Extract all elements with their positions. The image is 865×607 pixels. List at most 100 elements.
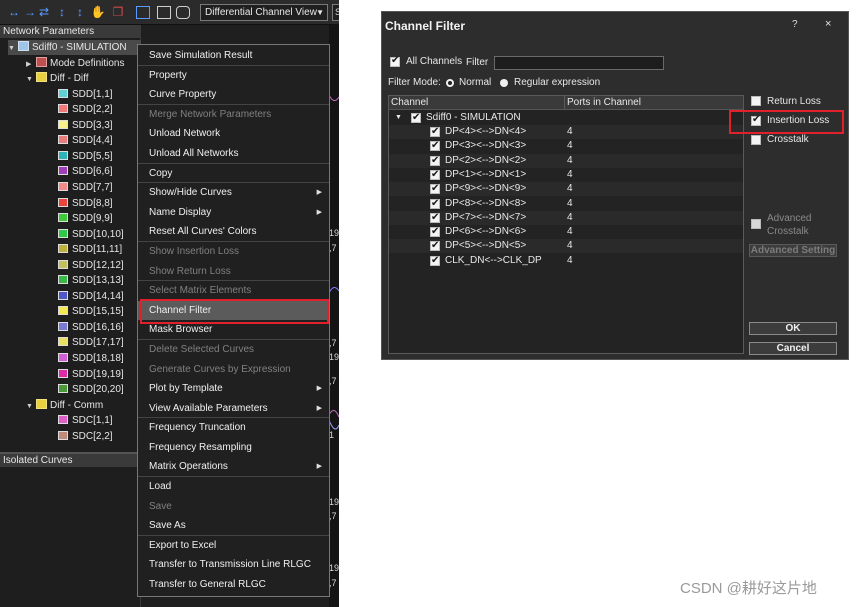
channel-checkbox[interactable] — [430, 154, 440, 168]
channel-root-row[interactable]: ▼ Sdiff0 - SIMULATION — [389, 111, 743, 125]
hand-icon[interactable]: ✋ — [90, 4, 106, 20]
curve-color-swatch-icon[interactable] — [58, 384, 68, 394]
curve-color-swatch-icon[interactable] — [58, 104, 68, 114]
channel-checkbox[interactable] — [430, 239, 440, 253]
menu-item-name-display[interactable]: Name Display ▶ — [138, 203, 329, 223]
tree-item-sdd[interactable]: SDD[9,9] — [58, 211, 141, 226]
menu-item-select-matrix-elements[interactable]: Select Matrix Elements — [138, 281, 329, 301]
menu-item-export-to-excel[interactable]: Export to Excel — [138, 536, 329, 556]
tree-item-sdd[interactable]: SDD[1,1] — [58, 87, 141, 102]
menu-item-property[interactable]: Property — [138, 66, 329, 86]
channel-row[interactable]: DP<5><-->DN<5> 4 — [389, 239, 743, 254]
channel-checkbox[interactable] — [430, 254, 440, 268]
advanced-setting-button[interactable]: Advanced Setting — [749, 244, 837, 257]
menu-item-transfer-to-general-rlgc[interactable]: Transfer to General RLGC — [138, 575, 329, 595]
menu-item-mask-browser[interactable]: Mask Browser — [138, 320, 329, 340]
collapse-toggle-icon[interactable]: ▼ — [26, 399, 36, 414]
plot-area[interactable]: 19,,7,719,,7119,,719,,7 — [329, 25, 339, 607]
col-ports-header[interactable]: Ports in Channel — [567, 97, 641, 108]
channel-row[interactable]: DP<7><-->DN<7> 4 — [389, 210, 743, 225]
curve-color-swatch-icon[interactable] — [58, 415, 68, 425]
curve-color-swatch-icon[interactable] — [58, 88, 68, 98]
tree-item-sdd[interactable]: SDD[7,7] — [58, 180, 141, 195]
curve-color-swatch-icon[interactable] — [58, 290, 68, 300]
curve-color-swatch-icon[interactable] — [58, 275, 68, 285]
menu-item-unload-network[interactable]: Unload Network — [138, 124, 329, 144]
tree-item-sdc[interactable]: SDC[1,1] — [58, 413, 141, 428]
menu-item-copy[interactable]: Copy — [138, 164, 329, 184]
channel-row[interactable]: DP<3><-->DN<3> 4 — [389, 139, 743, 153]
insertion-loss-checkbox[interactable] — [751, 114, 761, 126]
tree-item-sdd[interactable]: SDD[18,18] — [58, 351, 141, 366]
menu-item-show-return-loss[interactable]: Show Return Loss — [138, 262, 329, 282]
menu-item-unload-all-networks[interactable]: Unload All Networks — [138, 144, 329, 164]
channel-row[interactable]: DP<2><-->DN<2> 4 — [389, 153, 743, 168]
curve-color-swatch-icon[interactable] — [58, 197, 68, 207]
channel-checkbox[interactable] — [430, 125, 440, 139]
menu-item-channel-filter[interactable]: Channel Filter — [138, 300, 329, 321]
mode-normal-radio[interactable] — [446, 79, 454, 87]
channel-row[interactable]: DP<8><-->DN<8> 4 — [389, 197, 743, 211]
tree-item-sdd[interactable]: SDD[5,5] — [58, 149, 141, 164]
menu-item-generate-curves-by-expression[interactable]: Generate Curves by Expression — [138, 360, 329, 380]
curve-color-swatch-icon[interactable] — [58, 321, 68, 331]
menu-item-save[interactable]: Save — [138, 497, 329, 517]
collapse-toggle-icon[interactable]: ▼ — [8, 41, 18, 56]
channel-row[interactable]: DP<4><-->DN<4> 4 — [389, 125, 743, 139]
channel-checkbox[interactable] — [430, 211, 440, 225]
menu-item-load[interactable]: Load — [138, 477, 329, 497]
menu-item-view-available-parameters[interactable]: View Available Parameters ▶ — [138, 399, 329, 419]
menu-item-save-simulation-result[interactable]: Save Simulation Result — [138, 46, 329, 66]
tree-item-sdd[interactable]: SDD[10,10] — [58, 227, 141, 242]
ring-icon[interactable] — [176, 6, 190, 19]
tree-item-sdd[interactable]: SDD[12,12] — [58, 258, 141, 273]
menu-item-frequency-resampling[interactable]: Frequency Resampling — [138, 438, 329, 458]
close-button[interactable]: × — [825, 18, 831, 30]
arrow-up-down-icon[interactable]: ↕ — [54, 4, 70, 20]
toolbar-overflow-select[interactable]: S — [332, 4, 339, 21]
tree-item-diff-diff[interactable]: ▼ Diff - Diff — [26, 71, 141, 86]
menu-item-delete-selected-curves[interactable]: Delete Selected Curves — [138, 340, 329, 360]
tree-item-sdd[interactable]: SDD[14,14] — [58, 289, 141, 304]
curve-color-swatch-icon[interactable] — [58, 119, 68, 129]
col-channel-header[interactable]: Channel — [391, 97, 428, 108]
grid-icon[interactable] — [157, 6, 171, 19]
arrows-left-right-icon[interactable]: ↔ — [6, 4, 22, 20]
channel-row[interactable]: DP<1><-->DN<1> 4 — [389, 168, 743, 182]
help-button[interactable]: ? — [792, 19, 798, 30]
view-select[interactable]: Differential Channel View ▼ — [200, 4, 328, 21]
curve-color-swatch-icon[interactable] — [58, 353, 68, 362]
expand-toggle-icon[interactable]: ▶ — [26, 57, 36, 72]
tree-item-sdd[interactable]: SDD[17,17] — [58, 335, 141, 350]
tree-item-sdd[interactable]: SDD[19,19] — [58, 367, 141, 382]
curve-color-swatch-icon[interactable] — [58, 135, 68, 145]
collapse-toggle-icon[interactable]: ▼ — [26, 72, 36, 87]
menu-item-curve-property[interactable]: Curve Property — [138, 85, 329, 105]
tree-item-sdd[interactable]: SDD[8,8] — [58, 196, 141, 211]
channel-checkbox[interactable] — [430, 182, 440, 196]
menu-item-show-hide-curves[interactable]: Show/Hide Curves ▶ — [138, 183, 329, 203]
arrow-up-down-2-icon[interactable]: ↕ — [72, 4, 88, 20]
tree-item-mode-definitions[interactable]: ▶ Mode Definitions — [26, 56, 141, 71]
overlay-icon[interactable]: ❐ — [110, 4, 126, 20]
root-checkbox[interactable] — [411, 111, 421, 125]
curve-color-swatch-icon[interactable] — [58, 430, 68, 440]
channel-checkbox[interactable] — [430, 139, 440, 153]
curve-color-swatch-icon[interactable] — [58, 166, 68, 176]
curve-color-swatch-icon[interactable] — [58, 228, 68, 238]
curve-color-swatch-icon[interactable] — [58, 337, 68, 347]
tree-item-root[interactable]: ▼ Sdiff0 - SIMULATION — [8, 40, 141, 55]
menu-item-merge-network-parameters[interactable]: Merge Network Parameters — [138, 105, 329, 125]
menu-item-frequency-truncation[interactable]: Frequency Truncation — [138, 418, 329, 438]
tree-item-sdd[interactable]: SDD[4,4] — [58, 133, 141, 148]
tree-item-diff-comm[interactable]: ▼ Diff - Comm — [26, 398, 141, 413]
menu-item-transfer-to-transmission-line-rlgc[interactable]: Transfer to Transmission Line RLGC — [138, 555, 329, 575]
arrows-out-icon[interactable]: ⇄ — [36, 4, 52, 20]
channel-row[interactable]: DP<9><-->DN<9> 4 — [389, 182, 743, 197]
curve-color-swatch-icon[interactable] — [58, 368, 68, 378]
tree-item-sdd[interactable]: SDD[15,15] — [58, 304, 141, 319]
filter-input[interactable] — [494, 56, 664, 70]
tree-item-sdd[interactable]: SDD[13,13] — [58, 273, 141, 288]
menu-item-plot-by-template[interactable]: Plot by Template ▶ — [138, 379, 329, 399]
collapse-toggle-icon[interactable]: ▼ — [395, 111, 402, 125]
